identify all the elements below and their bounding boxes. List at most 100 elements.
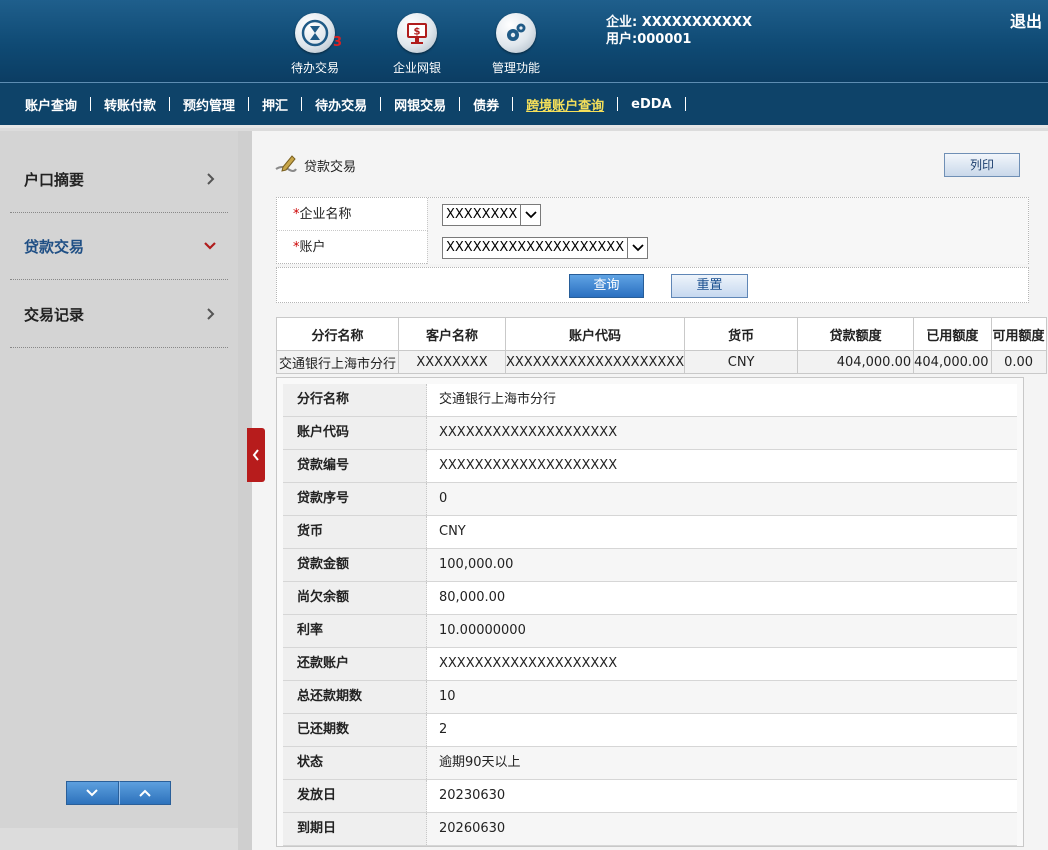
detail-value: 10.00000000	[427, 615, 1017, 647]
chevron-down-icon	[86, 789, 98, 797]
table-row[interactable]: 交通银行上海市分行 XXXXXXXX XXXXXXXXXXXXXXXXXXXX …	[276, 350, 1047, 374]
sidebar-item-transaction-records[interactable]: 交易记录	[10, 281, 228, 348]
nav-pending-transactions[interactable]: 待办交易	[302, 95, 380, 114]
nav-scheduled-management[interactable]: 预约管理	[170, 95, 248, 114]
chevron-left-icon	[252, 449, 259, 461]
detail-key: 尚欠余额	[283, 582, 427, 614]
pending-count-badge: 3	[333, 35, 343, 50]
monitor-dollar-icon: $	[397, 13, 437, 53]
detail-key: 总还款期数	[283, 681, 427, 713]
pending-transactions-shortcut[interactable]: 待办交易 3	[270, 13, 360, 76]
column-header: 贷款额度	[797, 317, 915, 351]
print-button[interactable]: 列印	[944, 153, 1020, 177]
detail-key: 分行名称	[283, 384, 427, 416]
account-label-text: 账户	[299, 240, 326, 255]
top-header: 待办交易 3 $ 企业网银 管理功能 企业: XXXXXXXXXXX 用户:00…	[0, 0, 1048, 82]
column-header: 已用额度	[913, 317, 992, 351]
column-header: 客户名称	[398, 317, 506, 351]
nav-edda[interactable]: eDDA	[618, 97, 684, 112]
account-label: *账户	[277, 231, 427, 264]
company-value-cell: XXXXXXXX	[427, 198, 1028, 231]
detail-row: 贷款金额 100,000.00	[283, 549, 1017, 582]
chevron-down-icon	[520, 205, 541, 225]
detail-value: XXXXXXXXXXXXXXXXXXXX	[427, 648, 1017, 680]
detail-row: 已还期数 2	[283, 714, 1017, 747]
svg-text:$: $	[414, 27, 421, 38]
detail-key: 贷款序号	[283, 483, 427, 515]
detail-row: 分行名称 交通银行上海市分行	[283, 384, 1017, 417]
nav-transfer-payment[interactable]: 转账付款	[91, 95, 169, 114]
sidebar-item-label: 户口摘要	[24, 170, 85, 189]
reset-button[interactable]: 重置	[671, 274, 748, 298]
pen-document-icon	[275, 155, 297, 172]
detail-row: 贷款编号 XXXXXXXXXXXXXXXXXXXX	[283, 450, 1017, 483]
sidebar-item-label: 交易记录	[24, 305, 85, 324]
user-id: 用户:000001	[606, 32, 692, 47]
detail-row: 贷款序号 0	[283, 483, 1017, 516]
column-header: 可用额度	[990, 317, 1047, 351]
sidebar-gutter	[238, 131, 252, 850]
detail-row: 货币 CNY	[283, 516, 1017, 549]
nav-bonds[interactable]: 债券	[460, 95, 512, 114]
detail-key: 发放日	[283, 780, 427, 812]
scroll-down-button[interactable]	[66, 781, 119, 805]
nav-bill-negotiation[interactable]: 押汇	[249, 95, 301, 114]
corporate-banking-shortcut[interactable]: $ 企业网银	[372, 13, 462, 76]
pending-transactions-label: 待办交易	[290, 61, 339, 75]
account-select-value: XXXXXXXXXXXXXXXXXXXX	[446, 240, 625, 255]
nav-cross-border-inquiry[interactable]: 跨境账户查询	[513, 95, 617, 114]
management-shortcut[interactable]: 管理功能	[471, 13, 561, 76]
chevron-up-icon	[139, 789, 151, 797]
column-header: 货币	[684, 317, 799, 351]
account-select[interactable]: XXXXXXXXXXXXXXXXXXXX	[442, 237, 649, 259]
sidebar-item-loan-transactions[interactable]: 贷款交易	[10, 213, 228, 280]
loan-detail-panel: 分行名称 交通银行上海市分行 账户代码 XXXXXXXXXXXXXXXXXXXX 贷…	[276, 377, 1024, 847]
search-form: *企业名称 XXXXXXXX *账户 XXXXXXXXXXXXXXXXXXXX	[276, 197, 1029, 264]
collapse-sidebar-button[interactable]	[247, 428, 265, 482]
gears-icon	[496, 13, 536, 53]
chevron-right-icon	[207, 308, 215, 320]
page-title-text: 贷款交易	[304, 160, 357, 175]
detail-value: CNY	[427, 516, 1017, 548]
detail-key: 已还期数	[283, 714, 427, 746]
detail-row: 发放日 20230630	[283, 780, 1017, 813]
company-name: 企业: XXXXXXXXXXX	[606, 15, 752, 30]
table-cell: 0.00	[990, 350, 1047, 374]
company-label: *企业名称	[277, 198, 427, 231]
detail-value: 80,000.00	[427, 582, 1017, 614]
detail-key: 货币	[283, 516, 427, 548]
detail-key: 贷款编号	[283, 450, 427, 482]
form-actions: 查询 重置	[276, 267, 1029, 303]
detail-value: 20230630	[427, 780, 1017, 812]
nav-online-transactions[interactable]: 网银交易	[381, 95, 459, 114]
chevron-right-icon	[207, 173, 215, 185]
table-cell: 404,000.00	[797, 350, 915, 374]
scroll-up-button[interactable]	[118, 781, 171, 805]
company-row: *企业名称 XXXXXXXX	[277, 198, 1028, 231]
account-value-cell: XXXXXXXXXXXXXXXXXXXX	[427, 231, 1028, 264]
company-select-value: XXXXXXXX	[446, 207, 518, 222]
detail-value: 交通银行上海市分行	[427, 384, 1017, 416]
query-button[interactable]: 查询	[569, 274, 644, 298]
detail-row: 账户代码 XXXXXXXXXXXXXXXXXXXX	[283, 417, 1017, 450]
company-select[interactable]: XXXXXXXX	[442, 204, 542, 226]
main-nav: 账户查询 转账付款 预约管理 押汇 待办交易 网银交易 债券 跨境账户查询 eD…	[0, 82, 1048, 128]
detail-row: 到期日 20260630	[283, 813, 1017, 846]
table-cell: 404,000.00	[913, 350, 992, 374]
detail-key: 利率	[283, 615, 427, 647]
main-content: 贷款交易 列印 *企业名称 XXXXXXXX *账户 XXXXXXXXXXXXX…	[252, 131, 1048, 850]
page-title: 贷款交易	[274, 153, 356, 175]
account-row: *账户 XXXXXXXXXXXXXXXXXXXX	[277, 231, 1028, 264]
nav-separator	[684, 97, 686, 111]
logout-button[interactable]: 退出	[1010, 8, 1042, 32]
detail-value: 20260630	[427, 813, 1017, 845]
sidebar-item-account-summary[interactable]: 户口摘要	[10, 146, 228, 213]
chevron-down-icon	[627, 238, 648, 258]
corporate-banking-label: 企业网银	[392, 61, 441, 75]
column-header: 分行名称	[276, 317, 399, 351]
detail-row: 总还款期数 10	[283, 681, 1017, 714]
nav-account-inquiry[interactable]: 账户查询	[12, 95, 90, 114]
detail-key: 到期日	[283, 813, 427, 845]
sidebar-item-label: 贷款交易	[24, 237, 85, 256]
sidebar: 户口摘要 贷款交易 交易记录	[0, 131, 238, 828]
